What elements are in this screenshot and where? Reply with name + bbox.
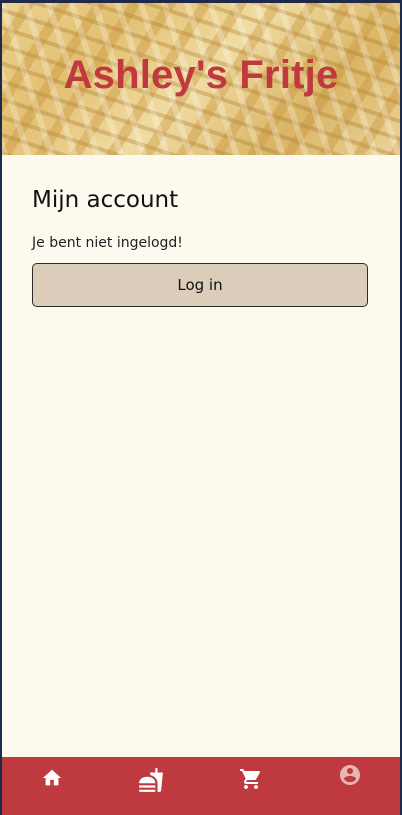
home-icon (42, 769, 61, 786)
cart-icon (239, 769, 260, 789)
page-title: Mijn account (32, 187, 179, 213)
fastfood-icon (139, 768, 164, 792)
brand-title: Ashley's Fritje (63, 53, 339, 97)
account-icon (340, 765, 361, 785)
nav-account[interactable] (301, 757, 401, 815)
login-status-text: Je bent niet ingelogd! (32, 235, 183, 251)
nav-menu[interactable] (102, 757, 202, 815)
nav-cart[interactable] (201, 757, 301, 815)
login-button[interactable]: Log in (32, 263, 368, 307)
header-banner: Ashley's Fritje (2, 3, 400, 155)
account-section: Mijn account Je bent niet ingelogd! Log … (32, 155, 370, 307)
app-frame: Ashley's Fritje Mijn account Je bent nie… (2, 3, 400, 815)
bottom-navigation (2, 757, 400, 815)
nav-home[interactable] (2, 757, 102, 815)
